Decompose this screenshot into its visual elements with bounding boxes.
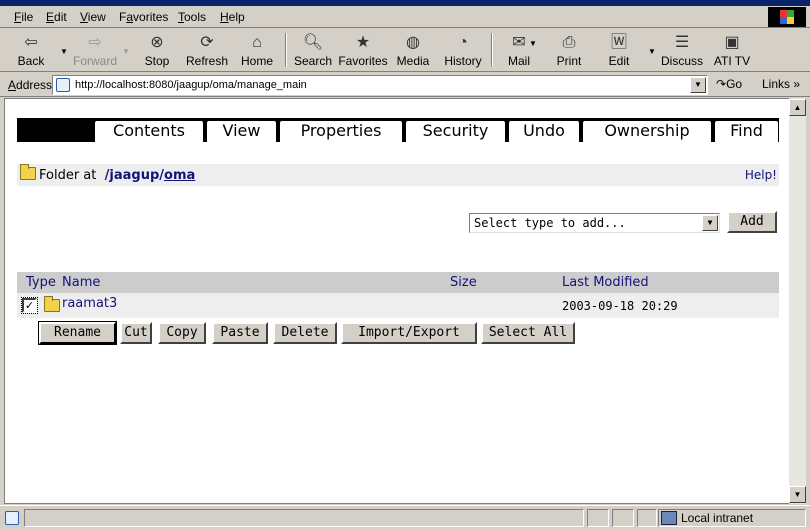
home-button[interactable]: ⌂ Home (236, 31, 278, 69)
import-export-button[interactable]: Import/Export (341, 322, 477, 344)
status-security-panel (612, 509, 634, 527)
column-name[interactable]: Name (62, 275, 100, 290)
item-name-link[interactable]: raamat3 (62, 296, 117, 311)
delete-button[interactable]: Delete (273, 322, 337, 344)
home-icon: ⌂ (252, 34, 262, 51)
scroll-down-icon[interactable]: ▼ (789, 486, 806, 503)
menu-edit[interactable]: Edit (46, 10, 67, 24)
management-tabs: Contents View Properties Security Undo O… (17, 118, 779, 142)
status-extra-panel (637, 509, 657, 527)
media-button[interactable]: ◍ Media (394, 31, 432, 69)
forward-button[interactable]: ⇨ Forward (72, 31, 118, 69)
scroll-up-icon[interactable]: ▲ (789, 99, 806, 116)
zone-label: Local intranet (681, 511, 754, 525)
menu-help[interactable]: Help (220, 10, 245, 24)
address-url[interactable]: http://localhost:8080/jaagup/oma/manage_… (75, 79, 307, 91)
back-dropdown-icon[interactable]: ▼ (60, 47, 68, 56)
refresh-icon: ⟳ (200, 34, 214, 51)
page-status-icon (5, 511, 19, 525)
tab-contents[interactable]: Contents (94, 120, 204, 142)
menu-favorites[interactable]: Favorites (119, 10, 168, 24)
stop-icon: ⊗ (150, 34, 164, 51)
page-viewport: Contents View Properties Security Undo O… (4, 98, 790, 504)
list-header: Type Name Size Last Modified (17, 272, 779, 293)
ati-tv-button[interactable]: ▣ ATI TV (712, 31, 752, 69)
print-icon: ⎙ (562, 34, 576, 51)
column-size[interactable]: Size (450, 275, 477, 290)
favorites-icon: ★ (355, 34, 371, 51)
stop-button[interactable]: ⊗ Stop (136, 31, 178, 69)
go-button[interactable]: ↷Go (716, 77, 742, 91)
copy-button[interactable]: Copy (158, 322, 206, 344)
chevron-down-icon[interactable]: ▼ (702, 215, 718, 231)
intranet-zone-icon (661, 511, 677, 525)
menu-view[interactable]: View (80, 10, 106, 24)
tab-find[interactable]: Find (714, 120, 779, 142)
media-icon: ◍ (406, 34, 420, 51)
tab-security[interactable]: Security (405, 120, 506, 142)
tab-ownership[interactable]: Ownership (582, 120, 712, 142)
toolbar-separator (491, 33, 493, 67)
search-button[interactable]: 🔍︎ Search (292, 31, 334, 69)
search-icon: 🔍︎ (302, 34, 324, 51)
status-progress-panel (587, 509, 609, 527)
add-button[interactable]: Add (727, 211, 777, 233)
menu-tools[interactable]: Tools (178, 10, 206, 24)
address-label: Address (8, 78, 53, 92)
tab-view[interactable]: View (206, 120, 277, 142)
history-icon: ◔ (458, 34, 468, 51)
folder-icon (20, 164, 36, 180)
forward-arrow-icon: ⇨ (88, 34, 102, 51)
page-icon (56, 78, 70, 92)
column-last-modified[interactable]: Last Modified (562, 275, 649, 290)
favorites-button[interactable]: ★ Favorites (338, 31, 388, 69)
browser-toolbar: ⇦ Back ▼ ⇨ Forward ▼ ⊗ Stop ⟳ Refresh ⌂ … (0, 29, 810, 72)
address-bar: Address http://localhost:8080/jaagup/oma… (0, 73, 810, 97)
folder-location-bar: Folder at /jaagup/oma Help! (17, 164, 779, 186)
rename-button[interactable]: Rename (38, 321, 117, 345)
back-arrow-icon: ⇦ (24, 34, 38, 51)
path-current-link[interactable]: oma (164, 168, 195, 183)
select-all-button[interactable]: Select All (481, 322, 575, 344)
chevron-right-icon: » (793, 77, 801, 91)
tv-icon: ▣ (724, 34, 740, 51)
tab-properties[interactable]: Properties (279, 120, 403, 142)
discuss-icon: ☰ (674, 34, 690, 51)
go-arrow-icon: ↷ (716, 77, 727, 91)
menu-file[interactable]: File (14, 10, 33, 24)
windows-logo-icon (768, 7, 806, 27)
print-button[interactable]: ⎙ Print (550, 31, 588, 69)
tab-undo[interactable]: Undo (508, 120, 580, 142)
address-field[interactable]: http://localhost:8080/jaagup/oma/manage_… (52, 75, 708, 95)
refresh-button[interactable]: ⟳ Refresh (184, 31, 230, 69)
mail-dropdown-icon[interactable]: ▼ (529, 39, 537, 48)
history-button[interactable]: ◔ History (441, 31, 485, 69)
paste-button[interactable]: Paste (212, 322, 268, 344)
vertical-scrollbar[interactable]: ▲ ▼ (789, 98, 806, 504)
back-button[interactable]: ⇦ Back (10, 31, 52, 69)
item-last-modified: 2003-09-18 20:29 (562, 299, 678, 313)
discuss-button[interactable]: ☰ Discuss (660, 31, 704, 69)
column-type[interactable]: Type (26, 275, 56, 290)
path-root-link[interactable]: /jaagup (105, 168, 160, 183)
status-text-panel (24, 509, 584, 527)
edit-button[interactable]: 🅆 Edit (600, 31, 638, 69)
folder-icon (44, 296, 60, 312)
table-row: ✓ raamat3 2003-09-18 20:29 (17, 293, 779, 318)
status-bar: Local intranet (0, 505, 810, 529)
address-dropdown-icon[interactable]: ▼ (690, 77, 706, 93)
forward-dropdown-icon[interactable]: ▼ (122, 47, 130, 56)
row-select-checkbox[interactable]: ✓ (21, 297, 38, 314)
add-type-select[interactable]: Select type to add... ▼ (469, 213, 720, 233)
mail-button[interactable]: ✉ Mail (500, 31, 538, 69)
word-edit-icon: 🅆 (610, 34, 627, 51)
toolbar-separator (285, 33, 287, 67)
menu-bar: File Edit View Favorites Tools Help (0, 6, 810, 28)
folder-path: Folder at /jaagup/oma (39, 168, 196, 183)
edit-dropdown-icon[interactable]: ▼ (648, 47, 656, 56)
help-link[interactable]: Help! (745, 168, 777, 182)
cut-button[interactable]: Cut (120, 322, 152, 344)
links-button[interactable]: Links » (762, 77, 800, 91)
